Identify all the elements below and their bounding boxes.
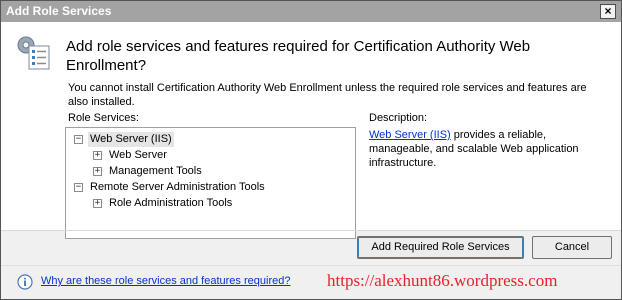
tree-node-label[interactable]: Web Server	[107, 148, 169, 163]
window-title: Add Role Services	[6, 4, 112, 18]
expand-icon[interactable]: +	[93, 167, 102, 176]
role-services-icon	[17, 36, 50, 70]
info-icon	[17, 274, 33, 290]
add-required-role-services-button[interactable]: Add Required Role Services	[357, 236, 524, 259]
collapse-icon[interactable]: −	[74, 135, 83, 144]
expand-icon[interactable]: +	[93, 151, 102, 160]
add-role-services-dialog: Add Role Services × Add role services an…	[0, 0, 622, 300]
description-text: Web Server (IIS) provides a reliable, ma…	[369, 128, 584, 170]
role-services-tree[interactable]: − Web Server (IIS) + Web Server + Manage…	[65, 127, 356, 239]
separator	[1, 230, 621, 231]
tree-node-label[interactable]: Management Tools	[107, 164, 204, 179]
description-label: Description:	[369, 112, 428, 124]
tree-node-label[interactable]: Remote Server Administration Tools	[88, 180, 267, 195]
dialog-heading: Add role services and features required …	[66, 38, 531, 74]
requirement-info-text: You cannot install Certification Authori…	[68, 82, 587, 108]
tree-node-label[interactable]: Web Server (IIS)	[88, 132, 174, 147]
role-services-label: Role Services:	[68, 112, 139, 124]
tree-node-label[interactable]: Role Administration Tools	[107, 196, 234, 211]
why-required-link[interactable]: Why are these role services and features…	[41, 275, 290, 287]
dialog-footer: Why are these role services and features…	[1, 265, 621, 299]
watermark-text: https://alexhunt86.wordpress.com	[327, 271, 558, 290]
expand-icon[interactable]: +	[93, 199, 102, 208]
dialog-content: Add role services and features required …	[1, 22, 621, 239]
description-link[interactable]: Web Server (IIS)	[369, 129, 451, 141]
close-button[interactable]: ×	[600, 4, 616, 19]
title-bar[interactable]: Add Role Services ×	[1, 1, 621, 22]
collapse-icon[interactable]: −	[74, 183, 83, 192]
cancel-button[interactable]: Cancel	[532, 236, 612, 259]
